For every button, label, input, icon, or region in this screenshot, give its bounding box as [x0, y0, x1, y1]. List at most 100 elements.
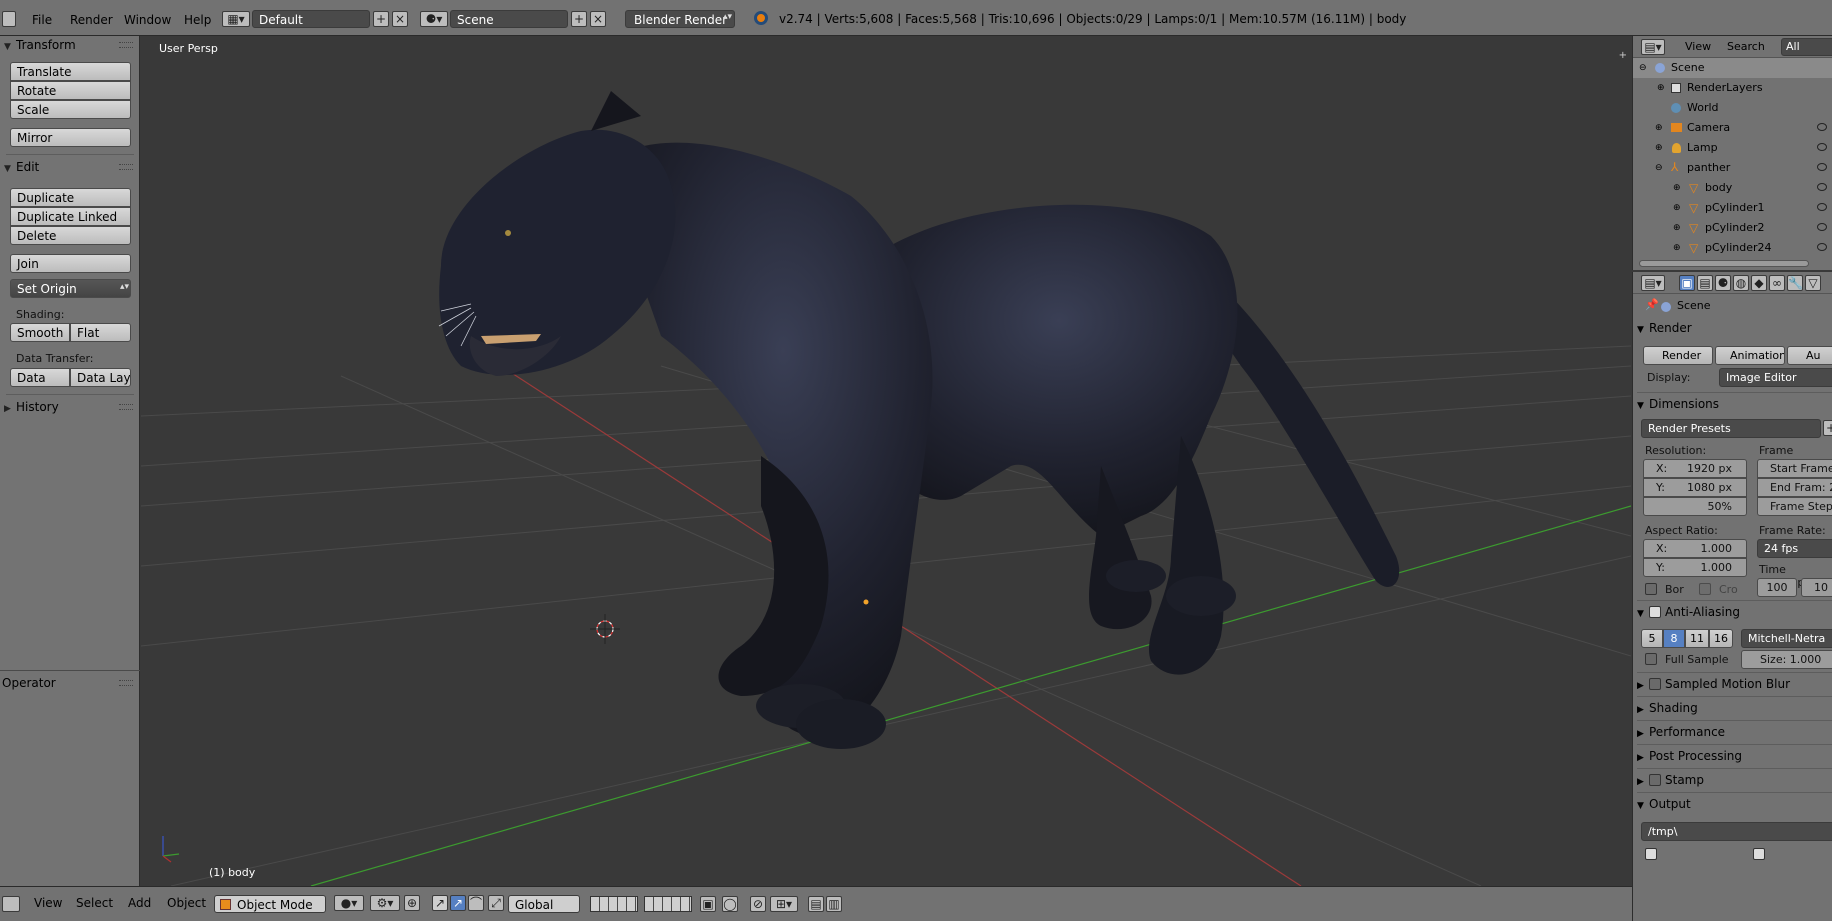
outliner-row-camera[interactable]: ⊕ Camera — [1633, 118, 1832, 138]
file-extensions-checkbox[interactable] — [1753, 848, 1765, 860]
visibility-eye-icon[interactable] — [1817, 163, 1827, 171]
render-presets-select[interactable]: Render Presets — [1641, 419, 1821, 438]
outliner-menu-search[interactable]: Search — [1727, 40, 1765, 53]
menu-window[interactable]: Window — [120, 12, 175, 28]
drag-grip-icon[interactable] — [119, 164, 133, 170]
manipulator-toggle[interactable]: ⊕ — [404, 895, 420, 911]
data-transfer-button[interactable]: Data — [10, 368, 70, 387]
outliner-row-world[interactable]: World — [1633, 98, 1832, 118]
menu-add[interactable]: Add — [128, 896, 151, 910]
remove-layout-button[interactable]: × — [392, 11, 408, 27]
layer-buttons-2[interactable] — [644, 896, 692, 912]
layer-buttons-1[interactable] — [590, 896, 638, 912]
region-expand-icon[interactable]: + — [1619, 50, 1627, 61]
render-layers-tab-icon[interactable]: ▤ — [1697, 275, 1713, 291]
aa-samples-11[interactable]: 11 — [1685, 629, 1709, 648]
visibility-eye-icon[interactable] — [1817, 123, 1827, 131]
outliner-row-panther[interactable]: ⊖ ⅄ panther — [1633, 158, 1832, 178]
menu-object[interactable]: Object — [167, 896, 206, 910]
end-frame-field[interactable]: End Fram: 2 — [1757, 478, 1832, 497]
snap-element-icon[interactable]: ⊞▾ — [770, 896, 798, 912]
outliner-row-pcylinder24[interactable]: ⊕ ▽ pCylinder24 — [1633, 238, 1832, 258]
proportional-edit-icon[interactable]: ◯ — [722, 896, 738, 912]
time-remap-new-field[interactable]: 10 — [1801, 578, 1832, 597]
resolution-x-field[interactable]: X: 1920 px — [1643, 459, 1747, 478]
border-checkbox[interactable] — [1645, 583, 1657, 595]
3d-viewport[interactable]: User Persp (1) body + — [141, 36, 1631, 886]
aa-samples-8[interactable]: 8 — [1663, 629, 1685, 648]
panel-edit-header[interactable]: ▼ Edit — [4, 158, 39, 176]
menu-render[interactable]: Render — [66, 12, 117, 28]
shade-flat-button[interactable]: Flat — [70, 323, 131, 342]
outliner-row-pcylinder2[interactable]: ⊕ ▽ pCylinder2 — [1633, 218, 1832, 238]
drag-grip-icon[interactable] — [119, 42, 133, 48]
editor-type-icon[interactable] — [2, 11, 16, 27]
antialiasing-checkbox[interactable] — [1649, 606, 1661, 618]
aspect-x-field[interactable]: X: 1.000 — [1643, 539, 1747, 558]
editor-type-icon[interactable]: ▤▾ — [1641, 39, 1665, 55]
rotate-manipulator-icon[interactable]: ↗ — [450, 895, 466, 911]
display-select[interactable]: Image Editor — [1719, 368, 1832, 387]
outliner-menu-view[interactable]: View — [1685, 40, 1711, 53]
pin-icon[interactable]: 📌 — [1645, 298, 1659, 311]
duplicate-linked-button[interactable]: Duplicate Linked — [10, 207, 131, 226]
audio-button[interactable]: Au — [1787, 346, 1832, 365]
panel-shading-header[interactable]: ▶ Shading — [1637, 698, 1698, 718]
visibility-eye-icon[interactable] — [1817, 143, 1827, 151]
panel-stamp-header[interactable]: ▶ Stamp — [1637, 770, 1704, 790]
visibility-eye-icon[interactable] — [1817, 223, 1827, 231]
time-remap-old-field[interactable]: 100 — [1757, 578, 1797, 597]
start-frame-field[interactable]: Start Frame: — [1757, 459, 1832, 478]
expand-toggle-icon[interactable]: ⊕ — [1673, 178, 1681, 198]
aa-samples-5[interactable]: 5 — [1641, 629, 1663, 648]
menu-view[interactable]: View — [34, 896, 62, 910]
collapse-toggle-icon[interactable]: ⊖ — [1655, 158, 1663, 178]
outliner-scrollbar[interactable] — [1639, 260, 1809, 267]
render-engine-select[interactable]: Blender Render — [625, 10, 735, 28]
transform-orientation-select[interactable]: Global — [508, 895, 580, 913]
modifiers-tab-icon[interactable]: 🔧 — [1787, 275, 1803, 291]
stamp-checkbox[interactable] — [1649, 774, 1661, 786]
panel-post-processing-header[interactable]: ▶ Post Processing — [1637, 746, 1742, 766]
remove-scene-button[interactable]: × — [590, 11, 606, 27]
display-mode-select[interactable]: All Scenes — [1781, 38, 1832, 69]
overwrite-checkbox[interactable] — [1645, 848, 1657, 860]
object-tab-icon[interactable]: ◆ — [1751, 275, 1767, 291]
constraints-tab-icon[interactable]: ∞ — [1769, 275, 1785, 291]
outliner-row-pcylinder1[interactable]: ⊕ ▽ pCylinder1 — [1633, 198, 1832, 218]
motion-blur-checkbox[interactable] — [1649, 678, 1661, 690]
opengl-anim-icon[interactable]: ▥ — [826, 896, 842, 912]
render-button[interactable]: Render — [1643, 346, 1713, 365]
shade-smooth-button[interactable]: Smooth — [10, 323, 70, 342]
panel-performance-header[interactable]: ▶ Performance — [1637, 722, 1725, 742]
crop-checkbox[interactable] — [1699, 583, 1711, 595]
panel-motion-blur-header[interactable]: ▶ Sampled Motion Blur — [1637, 674, 1790, 694]
snap-icon[interactable]: ⊘ — [750, 896, 766, 912]
scene-tab-icon[interactable]: ⚈ — [1715, 275, 1731, 291]
full-sample-checkbox[interactable] — [1645, 653, 1657, 665]
screen-layout-field[interactable]: Default — [252, 10, 370, 28]
scene-field[interactable]: Scene — [450, 10, 568, 28]
editor-type-icon[interactable]: ▤▾ — [1641, 275, 1665, 291]
expand-toggle-icon[interactable]: ⊕ — [1673, 198, 1681, 218]
screen-layout-icon[interactable]: ▦▾ — [222, 11, 250, 27]
add-scene-button[interactable]: + — [571, 11, 587, 27]
world-tab-icon[interactable]: ◍ — [1733, 275, 1749, 291]
scene-icon[interactable]: ⚈▾ — [420, 11, 448, 27]
delete-button[interactable]: Delete — [10, 226, 131, 245]
editor-type-icon[interactable] — [2, 896, 20, 912]
aa-filter-select[interactable]: Mitchell-Netra — [1741, 629, 1832, 648]
resolution-percent-slider[interactable]: 50% — [1643, 497, 1747, 516]
panel-dimensions-header[interactable]: ▼ Dimensions — [1637, 394, 1719, 414]
frame-step-field[interactable]: Frame Step: — [1757, 497, 1832, 516]
aa-samples-16[interactable]: 16 — [1709, 629, 1733, 648]
render-tab-icon[interactable]: ▣ — [1679, 275, 1695, 291]
data-layout-button[interactable]: Data Layo — [70, 368, 131, 387]
outliner-row-scene[interactable]: ⊖ Scene — [1633, 58, 1832, 78]
join-button[interactable]: Join — [10, 254, 131, 273]
scale-button[interactable]: Scale — [10, 100, 131, 119]
animation-button[interactable]: Animation — [1715, 346, 1785, 365]
duplicate-button[interactable]: Duplicate — [10, 188, 131, 207]
operator-panel-header[interactable]: Operator — [2, 674, 56, 692]
filter-size-field[interactable]: Size: 1.000 — [1741, 650, 1832, 669]
